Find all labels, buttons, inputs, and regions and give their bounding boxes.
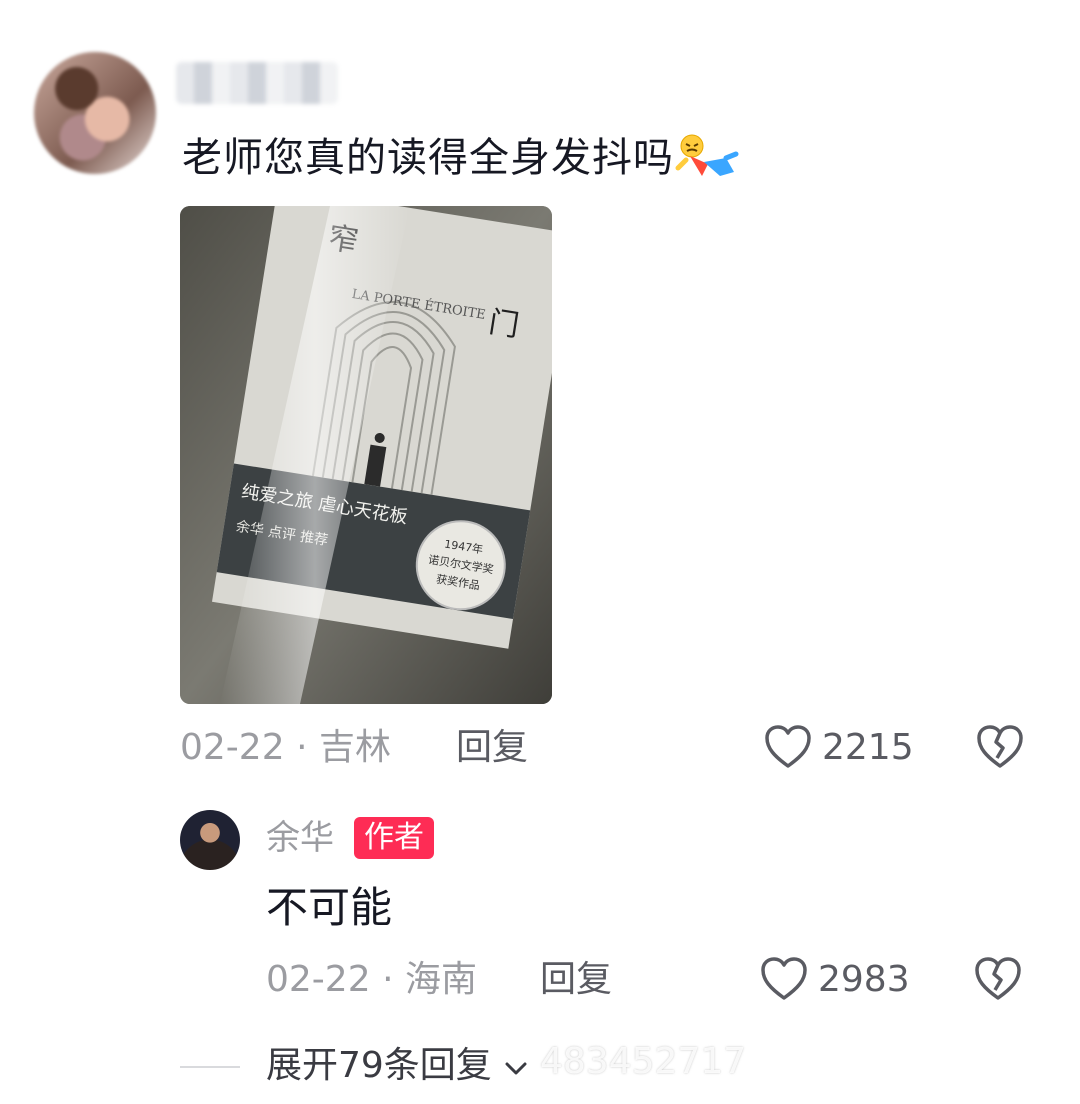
broken-heart-icon[interactable] <box>974 956 1024 1004</box>
comment-date: 02-22 <box>180 727 285 768</box>
expand-replies-button[interactable]: 展开79条回复 <box>266 1044 529 1089</box>
expand-replies-label: 展开79条回复 <box>266 1045 492 1086</box>
author-badge: 作者 <box>354 817 434 859</box>
commenter-name-blurred[interactable] <box>176 62 338 104</box>
comment-meta: 02-22 · 吉林 <box>180 726 391 770</box>
reply-like-count: 2983 <box>818 959 910 1000</box>
comment-like-count: 2215 <box>822 727 914 768</box>
comment-reply-button[interactable]: 回复 <box>456 726 528 770</box>
meta-separator: · <box>296 727 308 768</box>
heart-outline-icon[interactable] <box>764 724 814 772</box>
reply-location: 海南 <box>404 959 477 1000</box>
meta-separator: · <box>382 959 394 1000</box>
author-name[interactable]: 余华 <box>266 816 334 860</box>
reply-date: 02-22 <box>266 959 371 1000</box>
comment-photo[interactable]: 窄 门 LA PORTE ÉTROITE 纯爱之旅 虐心天花板 余华 点评 推荐… <box>180 206 552 704</box>
heart-outline-icon[interactable] <box>760 956 810 1004</box>
commenter-avatar[interactable] <box>34 52 156 174</box>
comment-location: 吉林 <box>318 727 391 768</box>
author-avatar[interactable] <box>180 810 240 870</box>
reply-reply-button[interactable]: 回复 <box>540 958 612 1002</box>
trembling-figure-emoji <box>674 132 740 184</box>
expand-divider <box>180 1066 240 1068</box>
comment-text: 老师您真的读得全身发抖吗 <box>182 132 740 184</box>
broken-heart-icon[interactable] <box>976 724 1026 772</box>
reply-meta: 02-22 · 海南 <box>266 958 477 1002</box>
reply-text: 不可能 <box>266 883 393 932</box>
comment-body: 老师您真的读得全身发抖吗 <box>182 135 674 181</box>
chevron-down-icon <box>503 1045 529 1089</box>
book-title-char-2: 门 <box>486 305 521 344</box>
watermark-text: 483452717 <box>540 1041 747 1082</box>
